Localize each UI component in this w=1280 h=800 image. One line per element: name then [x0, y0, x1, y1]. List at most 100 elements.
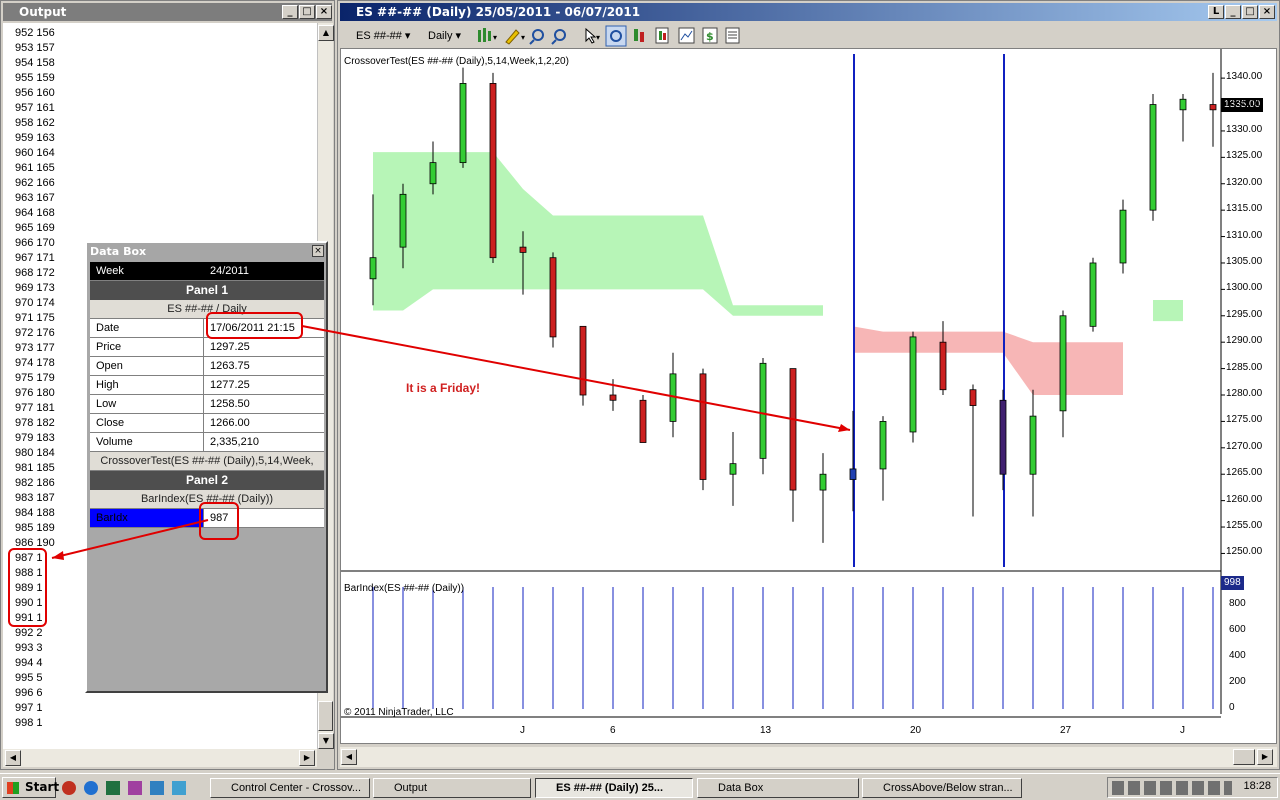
drawing-tool-icon[interactable]: ▾: [505, 29, 525, 45]
red-cloud: [853, 326, 1123, 395]
taskbar-button[interactable]: ES ##-## (Daily) 25...: [535, 778, 693, 798]
price-tick: 1280.00: [1226, 388, 1263, 399]
ninjatrader-icon[interactable]: [62, 781, 76, 795]
output-line: 963 167: [15, 192, 55, 204]
chart-minimize-button[interactable]: _: [1225, 5, 1241, 19]
candle-body: [1149, 104, 1157, 211]
data-row-value: 1277.25: [210, 379, 250, 391]
indicators-icon[interactable]: [634, 29, 644, 42]
period-label: Daily: [428, 30, 453, 42]
chart-horizontal-scrollbar[interactable]: ◀ ▶: [340, 747, 1277, 767]
panel1-header: Panel 1: [90, 281, 324, 300]
ie-icon[interactable]: [84, 781, 98, 795]
scroll-down-icon[interactable]: ▼: [318, 733, 334, 749]
output-line: 997 1: [15, 702, 43, 714]
scroll-thumb[interactable]: [318, 701, 333, 731]
zoom-in-icon[interactable]: [529, 29, 544, 45]
scroll-left-icon[interactable]: ◀: [5, 750, 21, 766]
pen-icon[interactable]: [128, 781, 142, 795]
svg-text:$: $: [706, 30, 714, 43]
price-tick: 1275.00: [1226, 414, 1263, 426]
chart-close-button[interactable]: ×: [1259, 5, 1275, 19]
data-row-label: Date: [90, 319, 204, 337]
output-horizontal-scrollbar[interactable]: ◀ ▶: [3, 749, 317, 767]
week-label: Week: [96, 265, 124, 277]
barindex-row: BarIdx 987: [90, 509, 324, 528]
instrument-selector[interactable]: ES ##-## ▾: [356, 27, 410, 45]
chart-window: ES ##-## (Daily) 25/05/2011 - 06/07/2011…: [337, 0, 1280, 770]
chart-maximize-button[interactable]: □: [1242, 5, 1258, 19]
output-title: Output: [19, 5, 67, 19]
output-line: 953 157: [15, 42, 55, 54]
data-box-close-icon[interactable]: ×: [312, 245, 324, 257]
close-button[interactable]: ×: [316, 5, 332, 19]
chart-properties-icon[interactable]: [678, 27, 695, 44]
period-selector[interactable]: Daily ▾: [428, 27, 461, 45]
data-row-value: 1297.25: [210, 341, 250, 353]
data-box-titlebar[interactable]: Data Box: [87, 243, 326, 260]
output-line: 956 160: [15, 87, 55, 99]
candle-body: [879, 421, 887, 470]
output-line: 955 159: [15, 72, 55, 84]
minimize-button[interactable]: _: [282, 5, 298, 19]
taskbar-button[interactable]: Control Center - Crossov...: [210, 778, 370, 798]
price-tick: 1255.00: [1226, 520, 1263, 532]
panel1-instrument: ES ##-## / Daily: [90, 300, 324, 319]
bar-type-icon[interactable]: ▾: [478, 28, 497, 42]
last-barindex-marker: 998: [1221, 576, 1244, 590]
data-row-high: High 1277.25: [90, 376, 324, 395]
taskbar-button[interactable]: CrossAbove/Below stran...: [862, 778, 1022, 798]
candle-body: [609, 394, 617, 401]
candle-body: [579, 325, 587, 396]
chart-scroll-thumb[interactable]: [1233, 749, 1255, 765]
browser-icon[interactable]: [172, 781, 186, 795]
candle-body: [909, 336, 917, 433]
chart-area[interactable]: CrossoverTest(ES ##-## (Daily),5,14,Week…: [340, 48, 1277, 744]
date-tick: 20: [910, 725, 922, 736]
templates-icon[interactable]: [725, 27, 740, 44]
price-tick: 1335.00: [1226, 97, 1263, 109]
dollar-icon[interactable]: $: [702, 27, 718, 44]
price-tick: 1260.00: [1226, 493, 1263, 505]
candle-body: [999, 399, 1007, 475]
pointer-tool-icon[interactable]: ▾: [585, 27, 600, 44]
output-line: 965 169: [15, 222, 55, 234]
data-row-value: 17/06/2011 21:15: [210, 322, 295, 334]
price-tick: 1305.00: [1226, 255, 1263, 267]
barindex-label: BarIdx: [90, 509, 204, 527]
data-box-toggle-icon[interactable]: [605, 25, 627, 47]
candle-body: [759, 362, 767, 459]
tray-icons[interactable]: [1112, 781, 1232, 795]
week-row: Week 24/2011: [90, 262, 324, 281]
zoom-out-icon[interactable]: [551, 29, 566, 45]
chart-scroll-right-icon[interactable]: ▶: [1257, 749, 1273, 765]
start-button[interactable]: Start: [2, 777, 60, 798]
maximize-button[interactable]: □: [299, 5, 315, 19]
panel1-rows: Date 17/06/2011 21:15 Price 1297.25 Open 1263…: [90, 319, 324, 452]
date-tick: J: [520, 725, 525, 736]
strategies-icon[interactable]: [655, 27, 669, 44]
start-label: Start: [25, 780, 60, 794]
scroll-right-icon[interactable]: ▶: [299, 750, 315, 766]
chart-toolbar-icons: ▾ ▾ ▾ $: [478, 25, 740, 47]
candle-body: [789, 368, 797, 491]
barindex-tick: 800: [1229, 598, 1246, 609]
data-row-value: 1258.50: [210, 398, 250, 410]
candle-body: [1119, 209, 1127, 264]
scroll-up-icon[interactable]: ▲: [318, 25, 334, 41]
restore-icon[interactable]: L: [1208, 5, 1224, 19]
svg-text:▾: ▾: [521, 33, 525, 42]
taskbar-button[interactable]: Data Box: [697, 778, 859, 798]
data-row-open: Open 1263.75: [90, 357, 324, 376]
chart-titlebar[interactable]: ES ##-## (Daily) 25/05/2011 - 06/07/2011: [340, 3, 1277, 21]
panel2-header: Panel 2: [90, 471, 324, 490]
excel-icon[interactable]: [106, 781, 120, 795]
chart-scroll-left-icon[interactable]: ◀: [341, 749, 357, 765]
quicklaunch-icons: [62, 779, 202, 797]
taskbar-button[interactable]: Output: [373, 778, 531, 798]
candle-body: [729, 463, 737, 475]
doc-icon[interactable]: [150, 781, 164, 795]
candle-body: [1089, 262, 1097, 327]
svg-text:▾: ▾: [596, 33, 600, 42]
green-cloud: [1153, 299, 1183, 322]
